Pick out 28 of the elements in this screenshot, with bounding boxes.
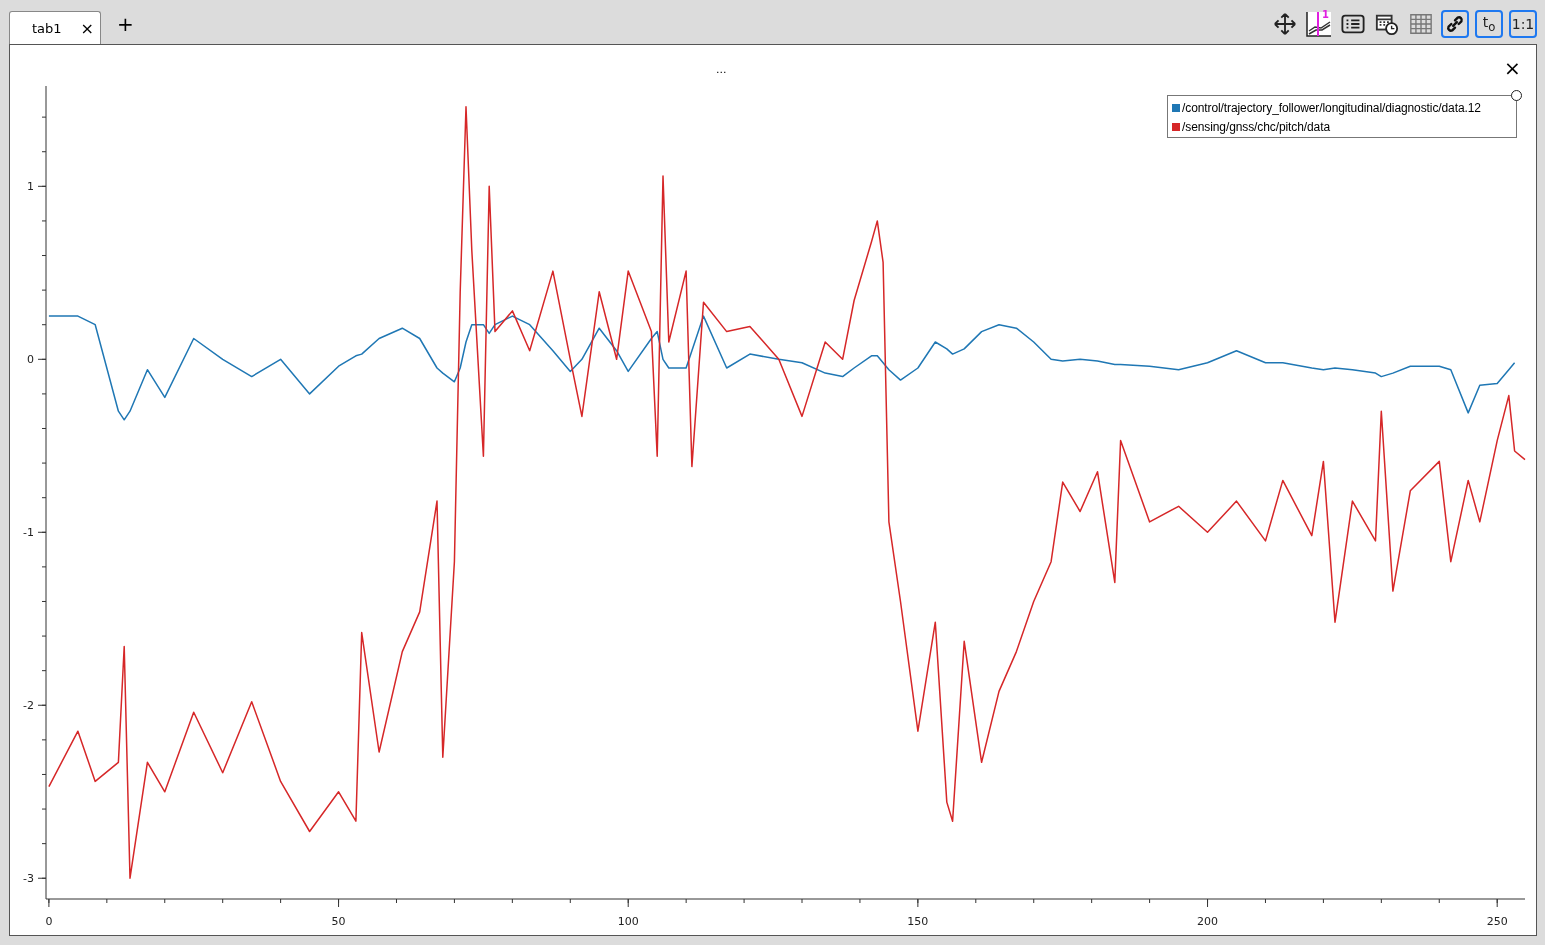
- y-tick-label: 1: [27, 180, 34, 194]
- marker-number: 1: [1322, 9, 1329, 20]
- legend-label: /sensing/gnss/chc/pitch/data: [1182, 119, 1330, 134]
- x-tick-label: 200: [1197, 915, 1219, 928]
- y-tick-label: -3: [23, 872, 34, 886]
- link-button[interactable]: [1441, 10, 1469, 38]
- x-tick-label: 100: [617, 915, 639, 928]
- legend-label: /control/trajectory_follower/longitudinal/diagnostic/data.12: [1182, 100, 1481, 115]
- toggle-button[interactable]: t$_{o}$: [1475, 10, 1503, 38]
- move-icon: [1273, 11, 1297, 37]
- close-tab-button[interactable]: ×: [80, 19, 94, 38]
- chart-icon: [1306, 11, 1332, 37]
- resize-handle[interactable]: [1511, 90, 1522, 101]
- grid-icon: [1409, 11, 1433, 37]
- close-button[interactable]: ×: [1504, 58, 1521, 78]
- y-tick-label: -1: [23, 526, 34, 540]
- toggle-button[interactable]: 1:1: [1509, 10, 1537, 38]
- x-tick-label: 150: [907, 915, 929, 928]
- tab[interactable]: tab1 ×: [9, 11, 101, 45]
- add-tab-button[interactable]: +: [117, 12, 134, 36]
- x-tick-label: 250: [1486, 915, 1508, 928]
- plot-title: ...: [716, 63, 727, 76]
- y-tick-label: -2: [23, 699, 34, 713]
- x-tick-label: 50: [331, 915, 346, 928]
- x-tick-label: 0: [45, 915, 53, 928]
- y-tick-label: 0: [27, 353, 34, 367]
- marker-button[interactable]: 1: [1305, 10, 1333, 38]
- move-button[interactable]: [1271, 10, 1299, 38]
